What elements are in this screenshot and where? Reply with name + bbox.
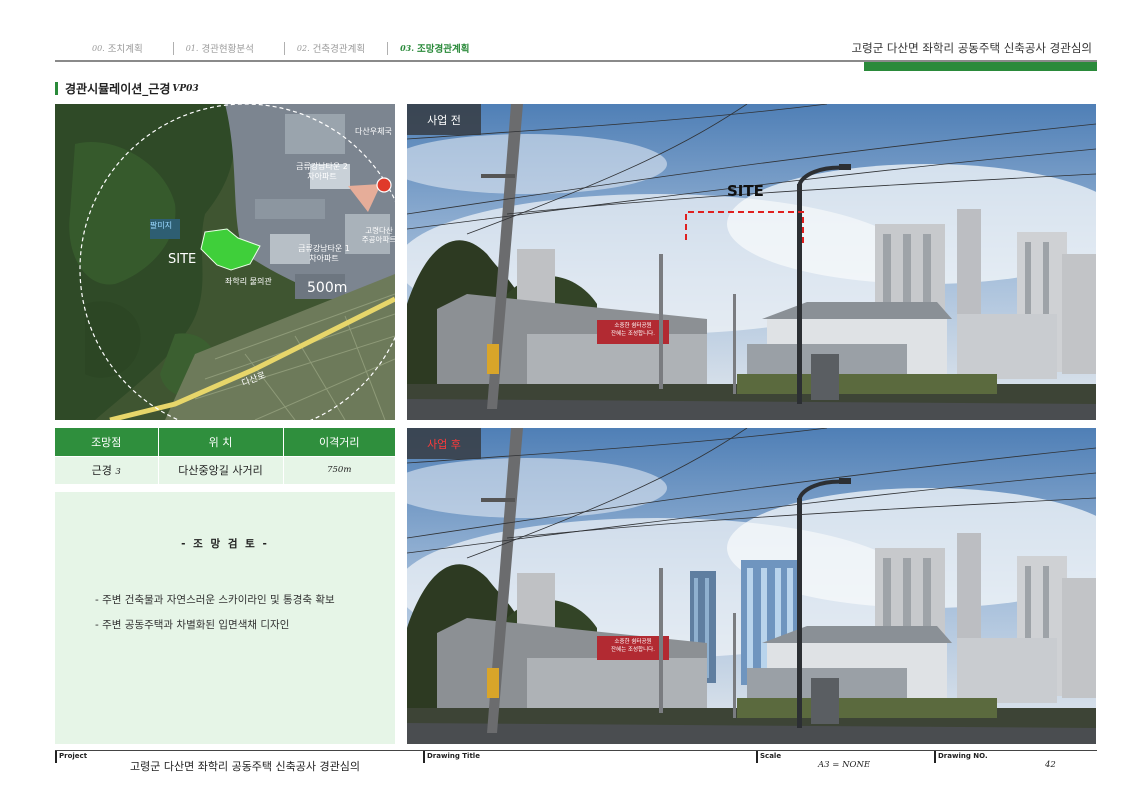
list-item: - 주변 건축물과 자연스러운 스카이라인 및 통경축 확보 xyxy=(95,594,335,606)
scale-label: Scale xyxy=(760,752,782,760)
nav-divider xyxy=(387,41,389,55)
review-title: - 조 망 검 토 - xyxy=(181,538,269,550)
section-title-marker xyxy=(55,82,58,95)
view-review-panel: - 조 망 검 토 - - 주변 건축물과 자연스러운 스카이라인 및 통경축 … xyxy=(55,492,395,744)
footer-divider xyxy=(934,751,936,763)
viewpoint-number: 3 xyxy=(115,467,121,478)
footer-divider xyxy=(55,751,57,763)
nav-item-03-active[interactable]: 03. 조망경관계획 xyxy=(400,41,469,55)
nav-divider xyxy=(172,41,174,55)
before-label: 사업 전 xyxy=(407,104,481,135)
photo-sign: 소중한 쉼터공원 잔혜는 조성합니다. xyxy=(597,322,669,338)
location-cell: 다산중앙길 사거리 xyxy=(158,455,284,484)
sign-line: 잔혜는 조성합니다. xyxy=(611,331,655,337)
section-title: 경관시뮬레이션_근경 VP03 xyxy=(55,80,199,97)
nav-label: 조망경관계획 xyxy=(417,44,470,55)
nav-label: 경관현황분석 xyxy=(201,44,254,55)
site-marker-label: SITE xyxy=(727,182,764,200)
drawing-number-label: Drawing NO. xyxy=(938,752,988,760)
photo-before: 사업 전 SITE 소중한 쉼터공원 잔혜는 조성합니다. xyxy=(407,104,1096,420)
table-row: 근경 3 다산중앙길 사거리 750m xyxy=(55,455,395,484)
nav-num: 00. xyxy=(92,43,105,53)
nav-num: 02. xyxy=(296,43,310,53)
map-place-label: 고령다산 주공아파트 xyxy=(361,226,395,244)
sign-line: 소중한 쉼터공원 xyxy=(614,639,652,645)
sign-line: 잔혜는 조성합니다. xyxy=(611,647,655,653)
project-value: 고령군 다산면 좌학리 공동주택 신축공사 경관심의 xyxy=(130,760,361,773)
photo-after: 사업 후 소중한 쉼터공원 잔혜는 조성합니다. xyxy=(407,428,1096,744)
map-place-label: 팔미지 xyxy=(150,221,173,230)
header-accent-bar xyxy=(864,62,1097,71)
drawing-title-label: Drawing Title xyxy=(427,752,480,760)
site-map: SITE 500m 다산로 다산우체국 금류강남타운 2차아파트 금류강남타운 … xyxy=(55,104,395,420)
document-title: 고령군 다산면 좌학리 공동주택 신축공사 경관심의 xyxy=(851,41,1092,55)
viewpoint-type: 근경 xyxy=(91,464,112,478)
nav-label: 건축경관계획 xyxy=(312,44,366,55)
review-list: - 주변 건축물과 자연스러운 스카이라인 및 통경축 확보 - 주변 공동주택… xyxy=(95,592,385,642)
list-item: - 주변 공동주택과 차별화된 입면색채 디자인 xyxy=(95,619,290,631)
viewpoint-info-table: 조망점 위 치 이격거리 근경 3 다산중앙길 사거리 750m xyxy=(55,428,395,484)
footer-rule xyxy=(55,750,1097,751)
before-photo-image xyxy=(407,104,1096,420)
sign-line: 소중한 쉼터공원 xyxy=(614,323,652,329)
footer-divider xyxy=(423,751,425,763)
column-header: 조망점 xyxy=(55,428,159,456)
nav-item-02[interactable]: 02. 건축경관계획 xyxy=(296,41,366,56)
column-header: 위 치 xyxy=(158,428,284,456)
photo-sign: 소중한 쉼터공원 잔혜는 조성합니다. xyxy=(597,638,669,654)
map-place-label: 금류강남타운 2차아파트 xyxy=(296,162,348,181)
section-nav: 00. 조치계획 01. 경관현황분석 02. 건축경관계획 03. 조망경관계… xyxy=(92,40,469,56)
project-label: Project xyxy=(59,752,88,760)
nav-item-00[interactable]: 00. 조치계획 xyxy=(92,41,143,56)
nav-num: 01. xyxy=(185,43,199,53)
table-header-row: 조망점 위 치 이격거리 xyxy=(55,428,395,456)
nav-item-01[interactable]: 01. 경관현황분석 xyxy=(185,41,254,56)
nav-divider xyxy=(283,41,285,55)
viewpoint-code: VP03 xyxy=(172,83,199,94)
footer-divider xyxy=(756,751,758,763)
drawing-number-value: 42 xyxy=(1045,760,1056,770)
nav-label: 조치계획 xyxy=(107,44,143,55)
map-site-label: SITE xyxy=(168,252,197,267)
map-place-label: 금류강남타운 1차아파트 xyxy=(298,244,350,263)
map-place-label: 좌학리 물의관 xyxy=(225,277,272,286)
map-radius-label: 500m xyxy=(307,280,348,296)
after-photo-image xyxy=(407,428,1096,744)
after-label: 사업 후 xyxy=(407,428,481,459)
scale-value: A3 = NONE xyxy=(818,760,871,770)
map-place-label: 다산우체국 xyxy=(355,127,392,136)
viewpoint-cell: 근경 3 xyxy=(55,455,159,484)
section-title-text: 경관시뮬레이션_근경 xyxy=(65,82,171,96)
distance-cell: 750m xyxy=(283,455,395,484)
column-header: 이격거리 xyxy=(283,428,395,456)
nav-num: 03. xyxy=(400,43,414,53)
